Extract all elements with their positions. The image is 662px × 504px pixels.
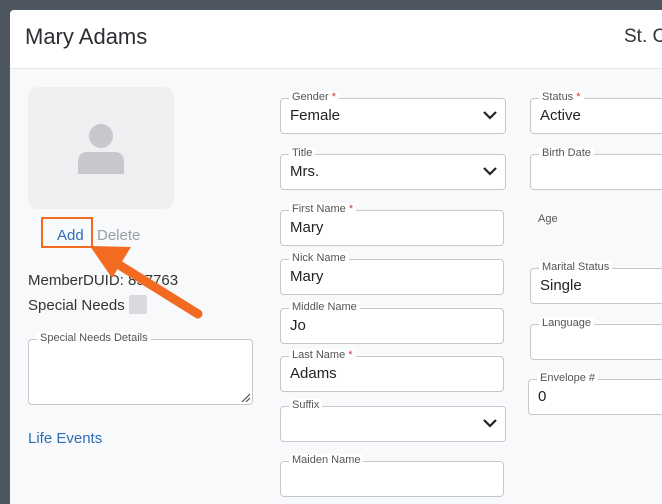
required-marker: * — [348, 349, 353, 361]
special-needs-details-label: Special Needs Details — [37, 332, 151, 344]
envelope-field[interactable]: Envelope # 0 — [528, 372, 662, 415]
delete-photo-link[interactable]: Delete — [97, 227, 140, 244]
dialog-body: Add Delete MemberDUID: 857763 Special Ne… — [10, 69, 662, 504]
gender-select[interactable]: Gender * Female — [280, 91, 506, 134]
required-marker: * — [348, 203, 354, 215]
status-label: Status — [542, 91, 574, 103]
marital-status-select[interactable]: Marital Status Single — [530, 261, 662, 304]
person-placeholder-icon — [78, 124, 124, 174]
suffix-select[interactable]: Suffix — [280, 399, 506, 442]
chevron-down-icon — [483, 167, 497, 176]
age-label: Age — [538, 213, 558, 225]
title-select[interactable]: Title Mrs. — [280, 147, 506, 190]
member-dialog: Mary Adams St. C Add Delete MemberDUID: … — [10, 10, 662, 504]
life-events-link[interactable]: Life Events — [28, 430, 102, 447]
status-select[interactable]: Status * Active — [530, 91, 662, 134]
marital-status-label: Marital Status — [539, 261, 613, 273]
required-marker: * — [331, 91, 337, 103]
suffix-label: Suffix — [289, 399, 323, 411]
title-label: Title — [289, 147, 316, 159]
resize-handle-icon[interactable] — [241, 393, 250, 402]
dialog-title: Mary Adams — [25, 24, 148, 49]
special-needs-details-field[interactable]: Special Needs Details — [28, 332, 253, 405]
organization-name: St. C — [624, 26, 662, 47]
nick-name-label: Nick Name — [289, 252, 349, 264]
maiden-name-field[interactable]: Maiden Name — [280, 454, 504, 497]
envelope-label: Envelope # — [537, 372, 599, 384]
title-value: Mrs. — [290, 163, 320, 180]
add-photo-link[interactable]: Add — [57, 227, 84, 244]
chevron-down-icon — [483, 111, 497, 120]
first-name-label: First Name — [292, 203, 346, 215]
special-needs-checkbox[interactable] — [129, 295, 147, 314]
gender-value: Female — [290, 107, 341, 124]
marital-status-value: Single — [540, 277, 582, 294]
language-select[interactable]: Language — [530, 317, 662, 360]
last-name-label: Last Name — [292, 349, 346, 361]
required-marker: * — [576, 91, 581, 103]
nick-name-field[interactable]: Nick Name Mary — [280, 252, 504, 295]
middle-name-label: Middle Name — [289, 301, 360, 313]
language-label: Language — [539, 317, 594, 329]
middle-name-field[interactable]: Middle Name Jo — [280, 301, 504, 344]
member-photo — [28, 87, 174, 209]
special-needs-label: Special Needs — [28, 297, 125, 314]
first-name-field[interactable]: First Name * Mary — [280, 203, 504, 246]
last-name-field[interactable]: Last Name * Adams — [280, 349, 504, 392]
first-name-value: Mary — [290, 219, 324, 236]
envelope-value: 0 — [538, 388, 547, 405]
birth-date-field[interactable]: Birth Date — [530, 147, 662, 190]
nick-name-value: Mary — [290, 268, 324, 285]
last-name-value: Adams — [290, 365, 337, 382]
dialog-header: Mary Adams St. C — [10, 10, 662, 69]
gender-label: Gender — [292, 91, 329, 103]
middle-name-value: Jo — [290, 317, 306, 334]
maiden-name-label: Maiden Name — [289, 454, 364, 466]
member-id: MemberDUID: 857763 — [28, 272, 179, 289]
birth-date-label: Birth Date — [539, 147, 594, 159]
chevron-down-icon — [483, 419, 497, 428]
status-value: Active — [540, 107, 581, 124]
